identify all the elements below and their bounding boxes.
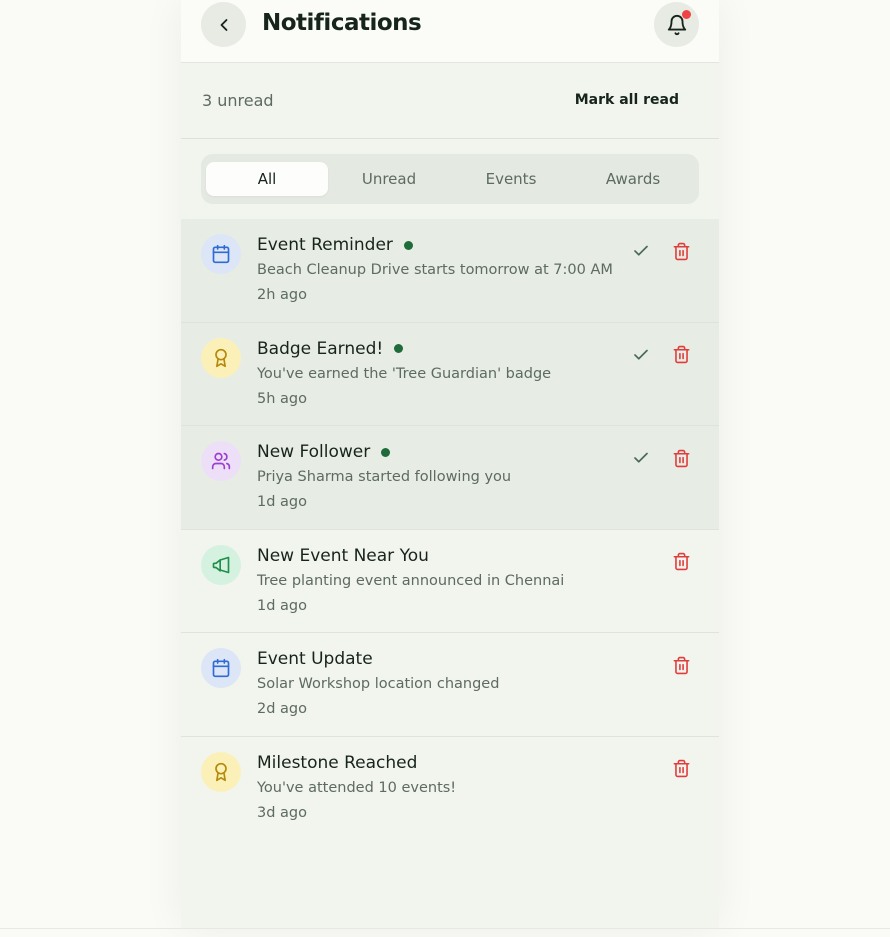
- calendar-icon: [201, 648, 241, 688]
- notification-title: Event Reminder: [257, 235, 413, 255]
- filter-tabs-wrapper: All Unread Events Awards: [181, 139, 719, 219]
- notification-bell-button[interactable]: [654, 2, 699, 47]
- notification-title-text: Badge Earned!: [257, 338, 384, 359]
- notification-title-text: Event Update: [257, 649, 373, 669]
- trash-icon: [673, 656, 689, 674]
- check-icon: [634, 245, 648, 256]
- notification-time: 2h ago: [257, 287, 307, 303]
- notification-title-text: New Event Near You: [257, 545, 429, 566]
- notification-message: You've attended 10 events!: [257, 779, 457, 796]
- notification-time: 3d ago: [257, 804, 307, 821]
- tab-unread[interactable]: Unread: [328, 162, 450, 196]
- notification-time: 1d ago: [257, 597, 307, 614]
- megaphone-icon: [201, 544, 241, 585]
- notification-item[interactable]: Badge Earned! You've earned the 'Tree Gu…: [181, 322, 719, 426]
- notification-message: Priya Sharma started following you: [257, 469, 512, 485]
- trash-icon: [673, 449, 689, 467]
- trash-icon: [673, 345, 689, 364]
- notification-message: You've earned the 'Tree Guardian' badge: [257, 365, 552, 382]
- mark-all-read-button[interactable]: Mark all read: [575, 92, 679, 108]
- trash-icon: [673, 552, 689, 571]
- notification-item[interactable]: Event Reminder Beach Cleanup Drive start…: [181, 219, 719, 323]
- delete-button[interactable]: [670, 344, 692, 366]
- award-icon: [201, 337, 241, 378]
- delete-button[interactable]: [670, 240, 692, 262]
- notification-message: Solar Workshop location changed: [257, 676, 500, 692]
- unread-dot: [394, 344, 404, 353]
- header: Notifications: [181, 0, 719, 63]
- mark-read-button[interactable]: [630, 240, 652, 262]
- check-icon: [634, 349, 648, 360]
- notification-list: Event Reminder Beach Cleanup Drive start…: [181, 219, 719, 840]
- notification-item[interactable]: New Event Near You Tree planting event a…: [181, 530, 719, 633]
- page-title: Notifications: [262, 10, 422, 36]
- notification-title: Event Update: [257, 649, 373, 669]
- check-icon: [634, 452, 648, 463]
- notification-title-text: Event Reminder: [257, 235, 393, 255]
- delete-button[interactable]: [670, 551, 692, 573]
- notification-time: 5h ago: [257, 390, 307, 407]
- notification-item[interactable]: Milestone Reached You've attended 10 eve…: [181, 737, 719, 841]
- delete-button[interactable]: [670, 758, 692, 780]
- page-bottom-divider: [0, 928, 890, 929]
- notification-time: 1d ago: [257, 494, 307, 510]
- notification-title: New Follower: [257, 442, 391, 462]
- delete-button[interactable]: [670, 654, 692, 676]
- unread-dot: [403, 240, 413, 250]
- trash-icon: [673, 759, 689, 778]
- award-icon: [201, 751, 241, 792]
- calendar-icon: [201, 234, 241, 274]
- unread-dot: [381, 447, 391, 457]
- notification-item[interactable]: New Follower Priya Sharma started follow…: [181, 426, 719, 530]
- mark-read-button[interactable]: [630, 344, 652, 366]
- delete-button[interactable]: [670, 447, 692, 469]
- notification-title-text: Milestone Reached: [257, 752, 418, 773]
- notifications-panel: Notifications 3 unread Mark all read All…: [181, 0, 719, 928]
- notification-message: Beach Cleanup Drive starts tomorrow at 7…: [257, 262, 613, 278]
- users-icon: [201, 441, 241, 481]
- unread-count: 3 unread: [202, 91, 274, 110]
- tab-awards[interactable]: Awards: [572, 162, 694, 196]
- notification-title-text: New Follower: [257, 442, 371, 462]
- tab-all[interactable]: All: [206, 162, 328, 196]
- chevron-left-icon: [220, 18, 227, 31]
- notification-title: Badge Earned!: [257, 338, 404, 359]
- filter-tabs: All Unread Events Awards: [201, 154, 699, 204]
- notification-title: New Event Near You: [257, 546, 429, 566]
- trash-icon: [673, 242, 689, 260]
- back-button[interactable]: [201, 2, 246, 47]
- bell-badge-dot: [682, 10, 691, 19]
- mark-read-button[interactable]: [630, 447, 652, 469]
- notification-item[interactable]: Event Update Solar Workshop location cha…: [181, 633, 719, 737]
- notification-title: Milestone Reached: [257, 753, 417, 773]
- notification-time: 2d ago: [257, 701, 307, 717]
- summary-bar: 3 unread Mark all read: [181, 63, 719, 139]
- tab-events[interactable]: Events: [450, 162, 572, 196]
- notification-message: Tree planting event announced in Chennai: [257, 572, 565, 589]
